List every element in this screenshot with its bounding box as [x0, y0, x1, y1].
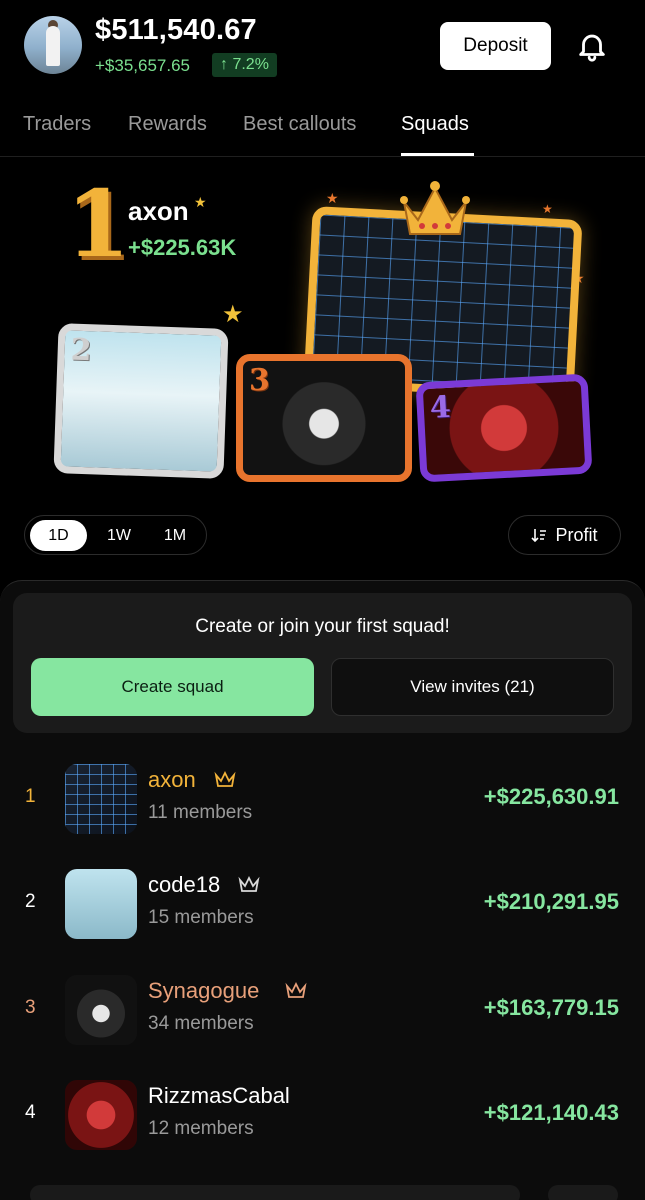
squads-panel: Create or join your first squad! Create …	[0, 580, 645, 1200]
tab-rewards[interactable]: Rewards	[128, 113, 207, 136]
squad-row[interactable]: 4 RizzmasCabal 12 members +$121,140.43	[0, 1072, 645, 1158]
squad-thumbnail	[65, 1080, 137, 1150]
squad-rank: 3	[25, 997, 36, 1018]
squad-row[interactable]: 3 Synagogue 34 members +$163,779.15	[0, 967, 645, 1053]
squad-rank: 4	[25, 1102, 36, 1123]
avatar-figure	[46, 26, 60, 66]
tab-squads[interactable]: Squads	[401, 113, 469, 136]
join-squad-title: Create or join your first squad!	[195, 616, 450, 637]
tab-best-callouts[interactable]: Best callouts	[243, 113, 356, 136]
squad-thumbnail	[65, 869, 137, 939]
sort-icon	[531, 529, 547, 543]
second-place-card[interactable]: 2	[53, 323, 229, 479]
squad-name: axon	[148, 767, 196, 792]
squad-members: 12 members	[148, 1118, 254, 1139]
period-selector: 1D 1W 1M	[24, 515, 207, 555]
fourth-place-card[interactable]: 4	[415, 373, 593, 483]
avatar[interactable]	[24, 16, 82, 74]
crown-icon	[238, 875, 260, 892]
sort-label: Profit	[555, 524, 598, 545]
first-place-rank: 1	[66, 170, 131, 278]
squad-members: 11 members	[148, 802, 253, 823]
squad-members: 15 members	[148, 907, 254, 928]
period-1d[interactable]: 1D	[30, 520, 87, 551]
star-icon: ★	[542, 202, 553, 216]
squad-name: Synagogue	[148, 978, 260, 1003]
card-rank: 2	[70, 332, 93, 369]
deposit-button[interactable]: Deposit	[440, 22, 551, 70]
star-icon: ★	[194, 194, 207, 210]
squad-name: code18	[148, 872, 221, 897]
third-place-card[interactable]: 3	[236, 354, 412, 482]
tab-traders[interactable]: Traders	[23, 113, 91, 136]
grid-art	[65, 764, 137, 834]
squad-thumbnail	[65, 975, 137, 1045]
period-1m[interactable]: 1M	[149, 520, 201, 551]
squad-row[interactable]: 2 code18 15 members +$210,291.95	[0, 861, 645, 947]
tab-bar: Traders Rewards Best callouts Squads	[0, 95, 645, 157]
period-1w[interactable]: 1W	[93, 520, 145, 551]
squad-profit: +$121,140.43	[483, 1100, 619, 1125]
join-squad-card: Create or join your first squad! Create …	[13, 593, 632, 733]
crown-icon	[285, 981, 307, 998]
podium: 1 axon +$225.63K ★ ★ ★ ★ ★ 2 3 4	[0, 158, 645, 508]
star-icon: ★	[326, 190, 339, 206]
squad-profit: +$225,630.91	[483, 784, 619, 809]
squad-rank: 2	[25, 891, 36, 912]
squad-thumbnail	[65, 764, 137, 834]
card-rank: 4	[428, 389, 452, 426]
bottom-bar	[30, 1185, 520, 1200]
create-squad-button[interactable]: Create squad	[31, 658, 314, 716]
balance-percent-badge: ↑ 7.2%	[212, 53, 277, 77]
crown-icon	[400, 181, 470, 235]
card-rank: 3	[249, 363, 270, 398]
star-icon: ★	[222, 301, 244, 328]
balance-value: $511,540.67	[95, 14, 257, 46]
first-place-profit: +$225.63K	[128, 235, 237, 260]
crown-icon	[214, 770, 236, 787]
bell-icon[interactable]	[575, 28, 609, 64]
squad-members: 34 members	[148, 1013, 254, 1034]
first-place-name: axon	[128, 196, 189, 226]
squad-profit: +$210,291.95	[483, 889, 619, 914]
view-invites-button[interactable]: View invites (21)	[331, 658, 614, 716]
squad-row[interactable]: 1 axon 11 members +$225,630.91	[0, 756, 645, 842]
header: $511,540.67 +$35,657.65 ↑ 7.2% Deposit	[0, 0, 645, 95]
squad-profit: +$163,779.15	[483, 995, 619, 1020]
squad-name: RizzmasCabal	[148, 1083, 290, 1108]
squad-rank: 1	[25, 786, 36, 807]
bottom-bar-button[interactable]	[548, 1185, 618, 1200]
active-tab-indicator	[401, 153, 474, 156]
balance-delta: +$35,657.65	[95, 56, 191, 75]
sort-button[interactable]: Profit	[508, 515, 621, 555]
